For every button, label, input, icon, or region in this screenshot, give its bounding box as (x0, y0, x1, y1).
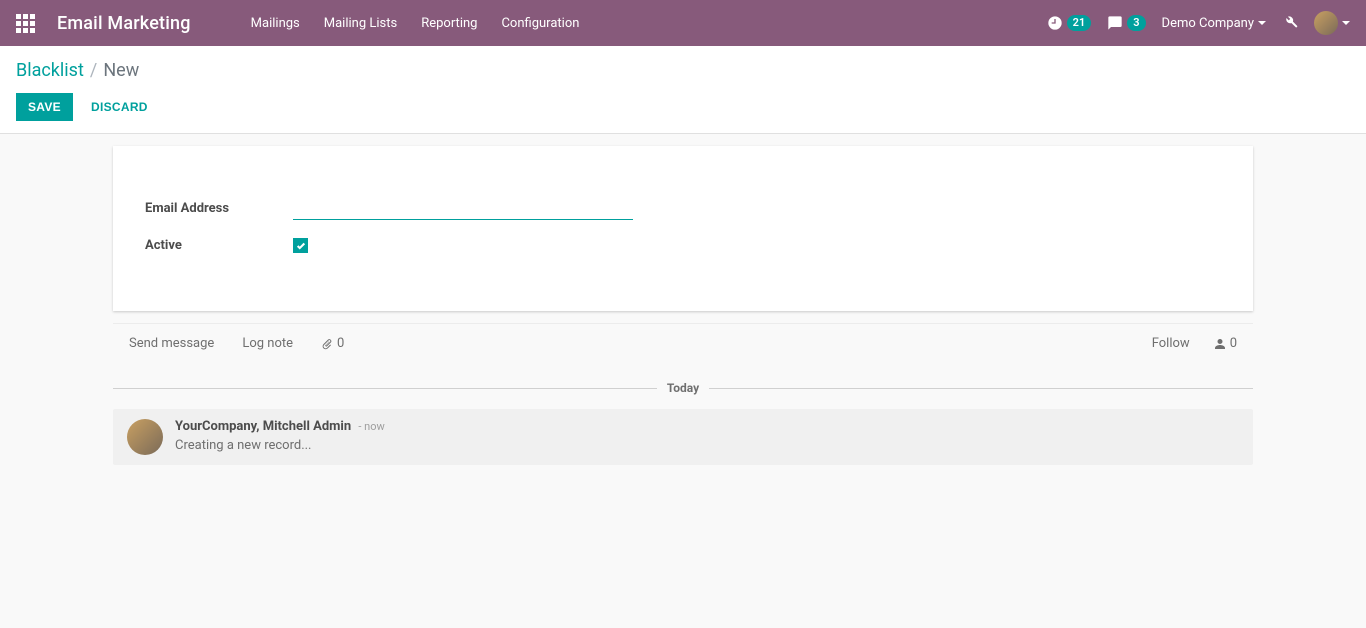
follow-button[interactable]: Follow (1152, 336, 1190, 351)
breadcrumb-current: New (103, 60, 139, 81)
messages-button[interactable]: 3 (1107, 15, 1145, 31)
nav-menu: Mailings Mailing Lists Reporting Configu… (251, 16, 580, 31)
active-label: Active (145, 238, 293, 253)
discard-button[interactable]: DISCARD (83, 93, 156, 121)
send-message-button[interactable]: Send message (129, 336, 214, 351)
chatter: Send message Log note 0 Follow 0 Today (113, 323, 1253, 465)
divider-line (113, 388, 657, 389)
nav-mailing-lists[interactable]: Mailing Lists (324, 16, 397, 31)
active-checkbox[interactable] (293, 238, 308, 253)
form-sheet-wrap: Email Address Active (0, 134, 1366, 311)
breadcrumb-separator: / (90, 60, 97, 81)
chevron-down-icon (1342, 21, 1350, 25)
nav-reporting[interactable]: Reporting (421, 16, 477, 31)
avatar-icon (127, 419, 163, 455)
wrench-icon (1282, 13, 1298, 29)
avatar-icon (1314, 11, 1338, 35)
chat-icon (1107, 15, 1123, 31)
attachments-count: 0 (337, 336, 344, 351)
divider-line (709, 388, 1253, 389)
control-bar: Blacklist / New SAVE DISCARD (0, 46, 1366, 134)
apps-icon[interactable] (16, 14, 35, 33)
form-sheet: Email Address Active (113, 146, 1253, 311)
clock-icon (1047, 15, 1063, 31)
message-item: YourCompany, Mitchell Admin - now Creati… (113, 409, 1253, 465)
company-name: Demo Company (1162, 16, 1254, 31)
attachments-button[interactable]: 0 (321, 336, 344, 351)
save-button[interactable]: SAVE (16, 93, 73, 121)
message-author: YourCompany, Mitchell Admin (175, 419, 351, 434)
activities-button[interactable]: 21 (1047, 15, 1092, 31)
action-buttons: SAVE DISCARD (16, 93, 1350, 121)
breadcrumb: Blacklist / New (16, 60, 1350, 81)
debug-tools-button[interactable] (1282, 13, 1298, 33)
email-label: Email Address (145, 201, 293, 216)
email-row: Email Address (145, 196, 1221, 220)
check-icon (296, 241, 306, 251)
main-navbar: Email Marketing Mailings Mailing Lists R… (0, 0, 1366, 46)
activities-count: 21 (1067, 15, 1092, 31)
paperclip-icon (321, 338, 333, 350)
chatter-right: Follow 0 (1152, 336, 1237, 351)
person-icon (1214, 338, 1226, 350)
nav-mailings[interactable]: Mailings (251, 16, 300, 31)
followers-count: 0 (1230, 336, 1237, 351)
app-title: Email Marketing (57, 13, 191, 34)
messages-count: 3 (1127, 15, 1145, 31)
company-selector[interactable]: Demo Company (1162, 16, 1266, 31)
followers-button[interactable]: 0 (1214, 336, 1237, 351)
chatter-wrap: Send message Log note 0 Follow 0 Today (0, 311, 1366, 465)
chatter-topbar: Send message Log note 0 Follow 0 (113, 323, 1253, 363)
log-note-button[interactable]: Log note (242, 336, 293, 351)
active-row: Active (145, 238, 1221, 253)
user-menu[interactable] (1314, 11, 1350, 35)
breadcrumb-root[interactable]: Blacklist (16, 60, 84, 81)
message-time: - now (358, 420, 384, 433)
today-divider: Today (113, 381, 1253, 395)
message-author-row: YourCompany, Mitchell Admin - now (175, 419, 385, 434)
nav-configuration[interactable]: Configuration (501, 16, 579, 31)
today-label: Today (657, 381, 709, 395)
email-input[interactable] (293, 196, 633, 220)
message-body: YourCompany, Mitchell Admin - now Creati… (175, 419, 385, 453)
chevron-down-icon (1258, 21, 1266, 25)
message-text: Creating a new record... (175, 438, 385, 453)
nav-right: 21 3 Demo Company (1047, 11, 1350, 35)
